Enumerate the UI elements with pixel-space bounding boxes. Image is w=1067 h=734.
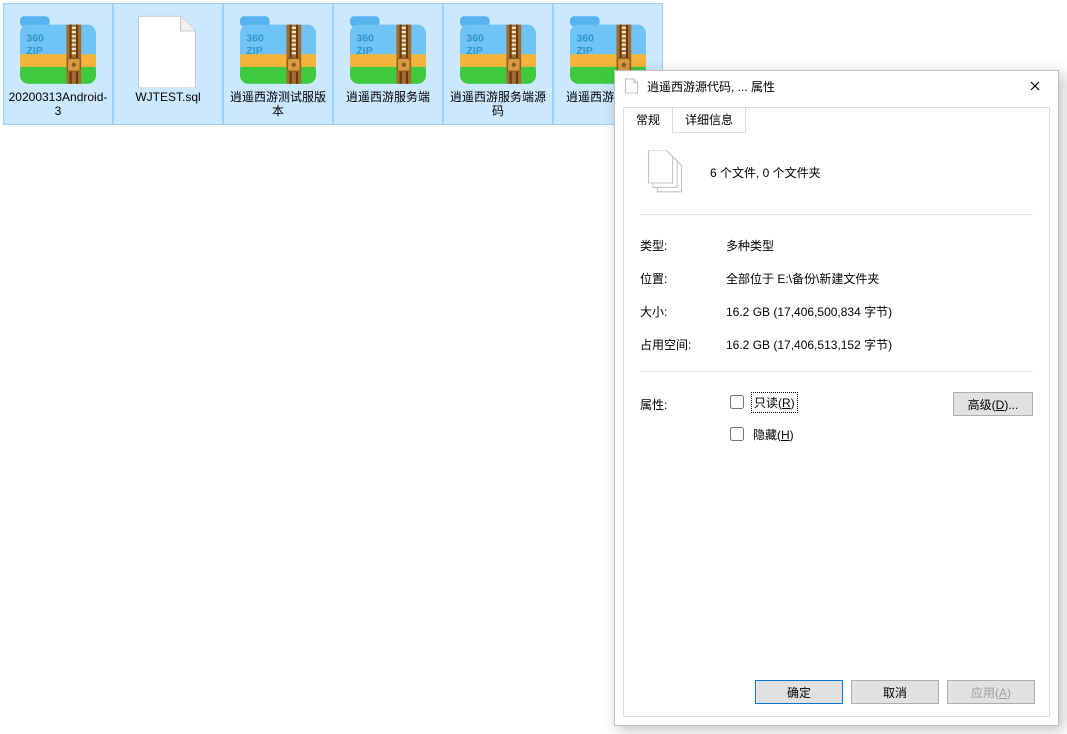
- file-label: 逍遥西游服务端: [344, 88, 432, 108]
- apply-label-post: ): [1007, 686, 1011, 700]
- file-label: 逍遥西游服务端源码: [446, 88, 550, 122]
- dialog-titlebar[interactable]: 逍遥西游源代码, ... 属性: [615, 71, 1058, 101]
- zip-archive-icon: [336, 6, 440, 88]
- close-button[interactable]: [1012, 71, 1058, 101]
- page-icon: [623, 77, 641, 95]
- dialog-button-row: 确定 取消 应用(A): [755, 680, 1035, 704]
- row-attributes: 属性: 只读(R) 隐藏(H): [640, 386, 1033, 450]
- row-size: 大小: 16.2 GB (17,406,500,834 字节): [640, 295, 1033, 328]
- row-size-on-disk: 占用空间: 16.2 GB (17,406,513,152 字节): [640, 328, 1033, 361]
- cancel-button[interactable]: 取消: [851, 680, 939, 704]
- value-size: 16.2 GB (17,406,500,834 字节): [726, 303, 1033, 320]
- row-type: 类型: 多种类型: [640, 229, 1033, 262]
- summary-text: 6 个文件, 0 个文件夹: [710, 164, 821, 181]
- file-stack-icon: [640, 150, 690, 194]
- tab-details[interactable]: 详细信息: [672, 107, 746, 133]
- file-item[interactable]: 逍遥西游服务端: [334, 4, 442, 124]
- advanced-button[interactable]: 高级(D)...: [953, 392, 1033, 416]
- checkbox-readonly-input[interactable]: [730, 395, 744, 409]
- apply-label-key: A: [999, 686, 1007, 700]
- hidden-label-key: H: [781, 428, 790, 442]
- row-location: 位置: 全部位于 E:\备份\新建文件夹: [640, 262, 1033, 295]
- zip-archive-icon: [6, 6, 110, 88]
- advanced-label-pre: 高级(: [968, 398, 996, 412]
- label-type: 类型:: [640, 237, 726, 254]
- checkbox-hidden-input[interactable]: [730, 427, 744, 441]
- file-grid: 20200313Android-3WJTEST.sql逍遥西游测试服版本逍遥西游…: [0, 0, 680, 128]
- hidden-label-pre: 隐藏(: [753, 428, 781, 442]
- file-item[interactable]: 20200313Android-3: [4, 4, 112, 124]
- value-size-on-disk: 16.2 GB (17,406,513,152 字节): [726, 336, 1033, 353]
- tab-general[interactable]: 常规: [623, 107, 673, 133]
- readonly-label-pre: 只读(: [754, 396, 782, 410]
- summary-row: 6 个文件, 0 个文件夹: [640, 140, 1033, 214]
- tab-content: 6 个文件, 0 个文件夹 类型: 多种类型 位置: 全部位于 E:\备份\新建…: [624, 132, 1049, 664]
- dialog-body: 常规 详细信息 6 个文件, 0 个文件夹 类型: 多种类型 位置: 全部位于 …: [623, 107, 1050, 717]
- file-item[interactable]: 逍遥西游测试服版本: [224, 4, 332, 124]
- zip-archive-icon: [226, 6, 330, 88]
- value-location: 全部位于 E:\备份\新建文件夹: [726, 270, 1033, 287]
- apply-label-pre: 应用(: [971, 686, 999, 700]
- zip-archive-icon: [446, 6, 550, 88]
- label-location: 位置:: [640, 270, 726, 287]
- dialog-title: 逍遥西游源代码, ... 属性: [647, 78, 1012, 95]
- hidden-label-post: ): [790, 428, 794, 442]
- advanced-label-post: )...: [1004, 398, 1018, 412]
- file-label: 逍遥西游测试服版本: [226, 88, 330, 122]
- apply-button[interactable]: 应用(A): [947, 680, 1035, 704]
- label-size-on-disk: 占用空间:: [640, 336, 726, 353]
- file-label: WJTEST.sql: [133, 88, 202, 108]
- tabs: 常规 详细信息: [623, 107, 1049, 133]
- file-item[interactable]: 逍遥西游服务端源码: [444, 4, 552, 124]
- value-type: 多种类型: [726, 237, 1033, 254]
- checkbox-hidden[interactable]: 隐藏(H): [726, 424, 953, 444]
- readonly-label-key: R: [782, 396, 791, 410]
- readonly-label-post: ): [791, 396, 795, 410]
- checkbox-readonly[interactable]: 只读(R): [726, 392, 953, 412]
- file-item[interactable]: WJTEST.sql: [114, 4, 222, 124]
- ok-button[interactable]: 确定: [755, 680, 843, 704]
- blank-file-icon: [116, 6, 220, 88]
- label-attributes: 属性:: [640, 392, 726, 413]
- properties-dialog: 逍遥西游源代码, ... 属性 常规 详细信息 6 个文件, 0 个文件夹 类型…: [614, 70, 1059, 726]
- file-label: 20200313Android-3: [6, 88, 110, 122]
- label-size: 大小:: [640, 303, 726, 320]
